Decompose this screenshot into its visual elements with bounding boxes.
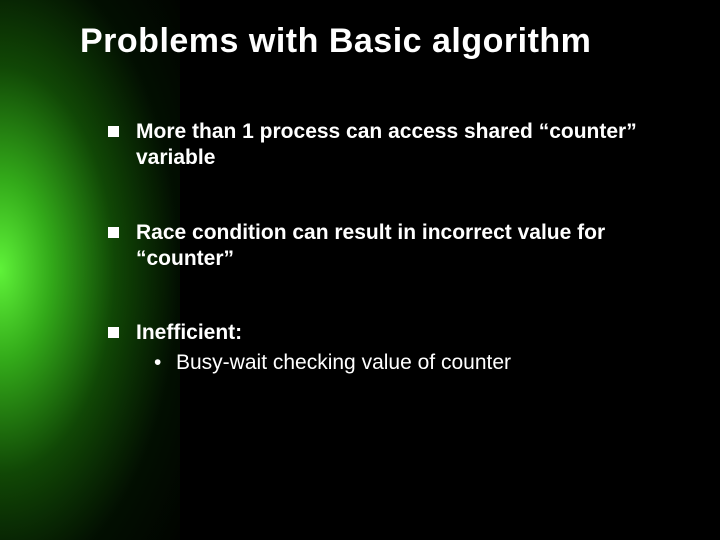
sub-bullet-text: Busy-wait checking value of counter: [176, 351, 511, 374]
slide: Problems with Basic algorithm More than …: [0, 0, 720, 540]
bullet-text: Race condition can result in incorrect v…: [136, 221, 605, 270]
bullet-item: Inefficient: Busy-wait checking value of…: [108, 320, 672, 377]
bullet-item: More than 1 process can access shared “c…: [108, 119, 672, 172]
sub-bullet-list: Busy-wait checking value of counter: [136, 350, 672, 376]
bullet-item: Race condition can result in incorrect v…: [108, 220, 672, 273]
bullet-text: More than 1 process can access shared “c…: [136, 120, 637, 169]
bullet-text: Inefficient:: [136, 321, 242, 344]
sub-bullet-item: Busy-wait checking value of counter: [154, 350, 672, 376]
slide-title: Problems with Basic algorithm: [80, 22, 672, 61]
bullet-list: More than 1 process can access shared “c…: [80, 119, 672, 377]
